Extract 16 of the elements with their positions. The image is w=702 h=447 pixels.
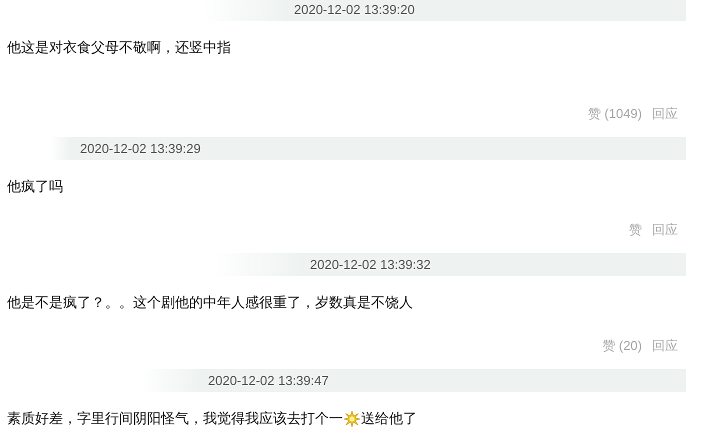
timestamp: 2020-12-02 13:39:47 — [207, 373, 329, 388]
reply-link[interactable]: 回应 — [652, 337, 678, 355]
comment-text: 素质好差，字里行间阴阳怪气，我觉得我应该去打个一 — [7, 410, 343, 428]
reply-link[interactable]: 回应 — [652, 221, 678, 239]
reply-link[interactable]: 回应 — [652, 105, 678, 123]
comment-text: 他是不是疯了？。。这个剧他的中年人感很重了，岁数真是不饶人 — [7, 294, 413, 312]
comment-text: 他这是对衣食父母不敬啊，还竖中指 — [7, 39, 231, 57]
timestamp: 2020-12-02 13:39:20 — [293, 2, 415, 17]
timestamp: 2020-12-02 13:39:32 — [309, 257, 431, 272]
like-link[interactable]: 赞 (20) — [602, 337, 642, 355]
comment-text: 送给他了 — [361, 410, 417, 428]
starburst-icon — [344, 411, 360, 427]
like-link[interactable]: 赞 (1049) — [588, 105, 642, 123]
comment-text: 他疯了吗 — [7, 178, 63, 196]
like-link[interactable]: 赞 — [629, 221, 642, 239]
timestamp: 2020-12-02 13:39:29 — [79, 141, 201, 156]
